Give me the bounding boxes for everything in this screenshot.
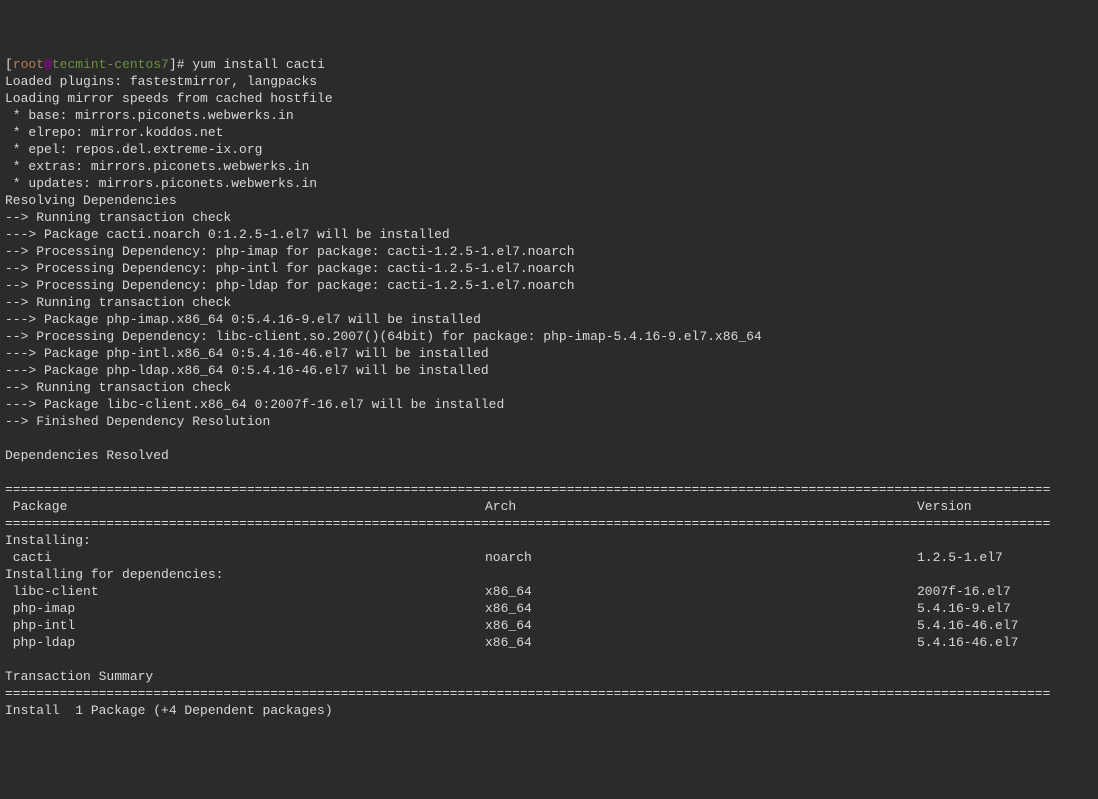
output-line: --> Processing Dependency: libc-client.s…	[5, 329, 762, 344]
section-label: Installing:	[5, 533, 91, 548]
terminal-output: [root@tecmint-centos7]# yum install cact…	[5, 56, 1093, 719]
header-package: Package	[5, 498, 485, 515]
cell-arch: x86_64	[485, 634, 917, 651]
section-label: Installing for dependencies:	[5, 567, 223, 582]
cell-package: cacti	[5, 549, 485, 566]
output-line: Loading mirror speeds from cached hostfi…	[5, 91, 333, 106]
output-line: Loaded plugins: fastestmirror, langpacks	[5, 74, 317, 89]
cell-version: 5.4.16-46.el7	[917, 617, 1018, 634]
output-line: * updates: mirrors.piconets.webwerks.in	[5, 176, 317, 191]
cell-package: php-ldap	[5, 634, 485, 651]
cell-arch: x86_64	[485, 583, 917, 600]
table-row: libc-clientx86_642007f-16.el7	[5, 584, 1011, 599]
output-line: --> Running transaction check	[5, 295, 231, 310]
output-line: ---> Package php-imap.x86_64 0:5.4.16-9.…	[5, 312, 481, 327]
output-line: --> Processing Dependency: php-imap for …	[5, 244, 575, 259]
cell-version: 5.4.16-46.el7	[917, 634, 1018, 651]
divider-line: ========================================…	[5, 516, 1050, 531]
output-line: --> Processing Dependency: php-ldap for …	[5, 278, 575, 293]
divider-line: ========================================…	[5, 686, 1050, 701]
header-arch: Arch	[485, 498, 917, 515]
output-line: Dependencies Resolved	[5, 448, 169, 463]
prompt-open-bracket: [	[5, 57, 13, 72]
prompt-user: root	[13, 57, 44, 72]
cell-version: 2007f-16.el7	[917, 583, 1011, 600]
output-line: --> Running transaction check	[5, 380, 231, 395]
cell-arch: noarch	[485, 549, 917, 566]
output-line: ---> Package cacti.noarch 0:1.2.5-1.el7 …	[5, 227, 450, 242]
table-row: cactinoarch1.2.5-1.el7	[5, 550, 1003, 565]
header-version: Version	[917, 498, 972, 515]
cell-package: libc-client	[5, 583, 485, 600]
output-line: ---> Package libc-client.x86_64 0:2007f-…	[5, 397, 504, 412]
prompt-close-bracket: ]	[169, 57, 177, 72]
output-line: Transaction Summary	[5, 669, 153, 684]
command-text: yum install cacti	[192, 57, 325, 72]
table-header-row: PackageArchVersion	[5, 499, 972, 514]
prompt-line[interactable]: [root@tecmint-centos7]# yum install cact…	[5, 57, 325, 72]
table-row: php-ldapx86_645.4.16-46.el7	[5, 635, 1018, 650]
output-line: --> Finished Dependency Resolution	[5, 414, 270, 429]
divider-line: ========================================…	[5, 482, 1050, 497]
cell-arch: x86_64	[485, 600, 917, 617]
prompt-hash: #	[177, 57, 185, 72]
output-line: --> Processing Dependency: php-intl for …	[5, 261, 575, 276]
output-line: * elrepo: mirror.koddos.net	[5, 125, 223, 140]
prompt-at: @	[44, 57, 52, 72]
output-line: ---> Package php-ldap.x86_64 0:5.4.16-46…	[5, 363, 489, 378]
output-line: * epel: repos.del.extreme-ix.org	[5, 142, 262, 157]
cell-arch: x86_64	[485, 617, 917, 634]
prompt-host: tecmint-centos7	[52, 57, 169, 72]
install-summary: Install 1 Package (+4 Dependent packages…	[5, 703, 333, 718]
output-line: ---> Package php-intl.x86_64 0:5.4.16-46…	[5, 346, 489, 361]
output-line: Resolving Dependencies	[5, 193, 177, 208]
cell-version: 1.2.5-1.el7	[917, 549, 1003, 566]
cell-package: php-imap	[5, 600, 485, 617]
output-line: * extras: mirrors.piconets.webwerks.in	[5, 159, 309, 174]
output-line: * base: mirrors.piconets.webwerks.in	[5, 108, 294, 123]
table-row: php-intlx86_645.4.16-46.el7	[5, 618, 1018, 633]
table-row: php-imapx86_645.4.16-9.el7	[5, 601, 1011, 616]
cell-version: 5.4.16-9.el7	[917, 600, 1011, 617]
output-line: --> Running transaction check	[5, 210, 231, 225]
cell-package: php-intl	[5, 617, 485, 634]
